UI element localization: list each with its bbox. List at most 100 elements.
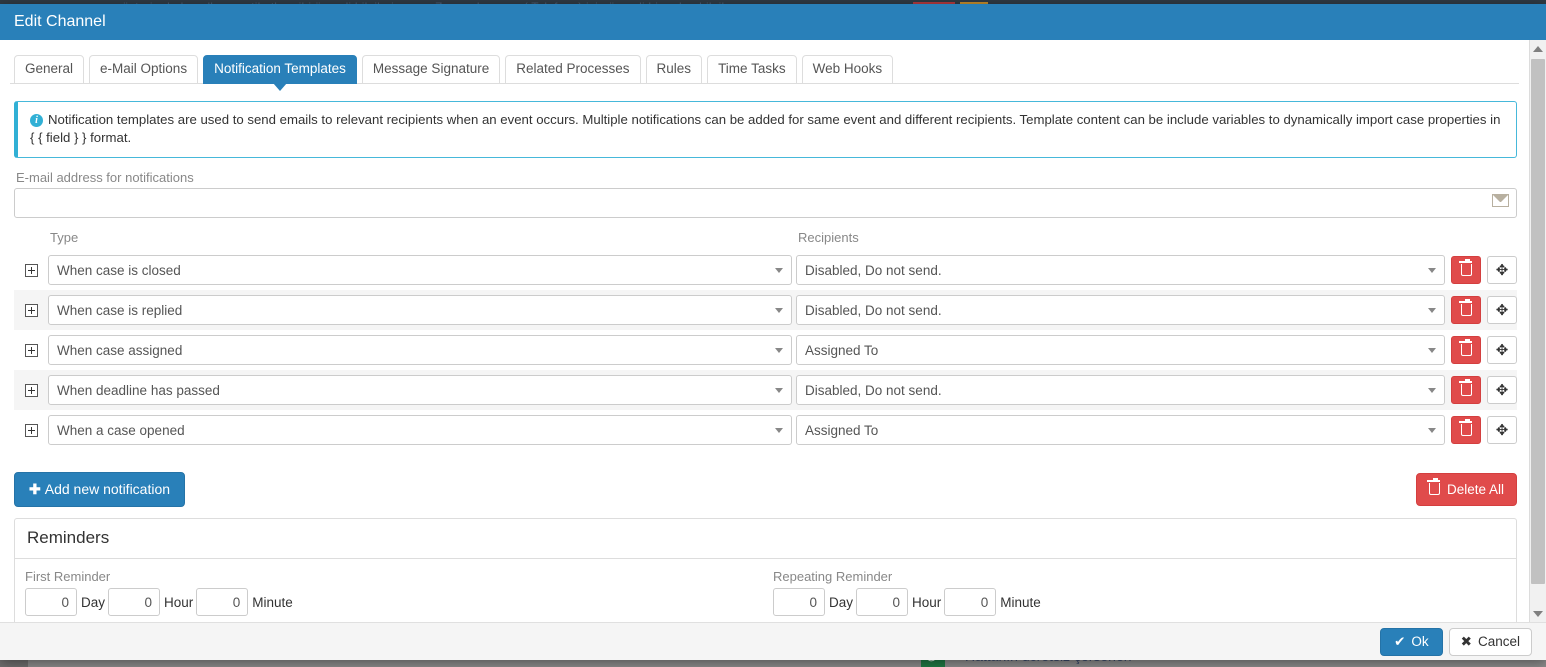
cancel-button[interactable]: ✖ Cancel bbox=[1448, 627, 1532, 656]
repeating-reminder-day-input[interactable] bbox=[773, 588, 825, 616]
tab-time-tasks[interactable]: Time Tasks bbox=[707, 55, 797, 84]
reminders-title: Reminders bbox=[15, 519, 1516, 559]
delete-row-button-0[interactable] bbox=[1451, 256, 1481, 284]
trash-icon bbox=[1459, 338, 1472, 356]
type-select-4[interactable]: When a case opened bbox=[48, 415, 792, 445]
trash-icon bbox=[1459, 258, 1472, 276]
first-reminder-hour-input[interactable] bbox=[108, 588, 161, 616]
repeating-reminder-minute-input[interactable] bbox=[944, 588, 997, 616]
scrollbar-track[interactable] bbox=[1530, 57, 1546, 605]
type-select-value-0[interactable]: When case is closed bbox=[48, 255, 792, 285]
tab-related-processes[interactable]: Related Processes bbox=[505, 55, 641, 84]
move-arrows-icon: ✥ bbox=[1495, 301, 1509, 319]
first-reminder-minute-input[interactable] bbox=[196, 588, 249, 616]
type-select-2[interactable]: When case assigned bbox=[48, 335, 792, 365]
type-select-value-1[interactable]: When case is replied bbox=[48, 295, 792, 325]
tab-rules[interactable]: Rules bbox=[645, 55, 703, 84]
repeating-reminder-fields: Day Hour Minute bbox=[773, 588, 1516, 616]
scroll-down-arrow-icon[interactable] bbox=[1530, 605, 1546, 622]
move-row-handle-0[interactable]: ✥ bbox=[1487, 256, 1517, 284]
expand-cell[interactable] bbox=[14, 343, 48, 357]
email-field-row bbox=[14, 188, 1517, 218]
dialog-body: General e-Mail Options Notification Temp… bbox=[0, 40, 1529, 622]
close-icon: ✖ bbox=[1460, 633, 1472, 649]
dialog-body-wrapper: General e-Mail Options Notification Temp… bbox=[0, 40, 1546, 622]
info-alert: i Notification templates are used to send… bbox=[14, 101, 1517, 158]
check-icon: ✔ bbox=[1394, 633, 1406, 649]
add-new-notification-button[interactable]: ✚ Add new notification bbox=[14, 471, 186, 507]
repeating-reminder-day-unit: Day bbox=[829, 594, 854, 610]
recipients-select-2[interactable]: Assigned To bbox=[796, 335, 1445, 365]
repeating-reminder-hour-input[interactable] bbox=[856, 588, 909, 616]
dialog-title: Edit Channel bbox=[14, 13, 106, 30]
type-select-value-2[interactable]: When case assigned bbox=[48, 335, 792, 365]
expand-plus-icon[interactable] bbox=[24, 383, 38, 397]
expand-plus-icon[interactable] bbox=[24, 303, 38, 317]
type-select-value-3[interactable]: When deadline has passed bbox=[48, 375, 792, 405]
expand-cell[interactable] bbox=[14, 423, 48, 437]
delete-row-button-3[interactable] bbox=[1451, 376, 1481, 404]
recipients-select-value-1[interactable]: Disabled, Do not send. bbox=[796, 295, 1445, 325]
tab-notification-templates[interactable]: Notification Templates bbox=[203, 55, 357, 91]
repeating-reminder-label: Repeating Reminder bbox=[773, 569, 893, 584]
table-row: When case is replied Disabled, Do not se… bbox=[14, 290, 1517, 330]
recipients-select-0[interactable]: Disabled, Do not send. bbox=[796, 255, 1445, 285]
recipients-select-value-3[interactable]: Disabled, Do not send. bbox=[796, 375, 1445, 405]
dialog-scrollbar[interactable] bbox=[1529, 40, 1546, 622]
expand-cell[interactable] bbox=[14, 263, 48, 277]
move-row-handle-1[interactable]: ✥ bbox=[1487, 296, 1517, 324]
recipients-select-value-2[interactable]: Assigned To bbox=[796, 335, 1445, 365]
expand-plus-icon[interactable] bbox=[24, 263, 38, 277]
move-row-handle-2[interactable]: ✥ bbox=[1487, 336, 1517, 364]
table-row: When deadline has passed Disabled, Do no… bbox=[14, 370, 1517, 410]
first-reminder-day-input[interactable] bbox=[25, 588, 77, 616]
recipients-select-value-0[interactable]: Disabled, Do not send. bbox=[796, 255, 1445, 285]
recipients-select-value-4[interactable]: Assigned To bbox=[796, 415, 1445, 445]
delete-all-button[interactable]: Delete All bbox=[1415, 472, 1517, 506]
ok-button-label: Ok bbox=[1411, 634, 1429, 649]
scrollbar-thumb[interactable] bbox=[1531, 59, 1545, 584]
type-select-value-4[interactable]: When a case opened bbox=[48, 415, 792, 445]
recipients-select-1[interactable]: Disabled, Do not send. bbox=[796, 295, 1445, 325]
tab-web-hooks[interactable]: Web Hooks bbox=[801, 55, 894, 84]
grid-header-row: Type Recipients bbox=[14, 230, 1517, 250]
email-input[interactable] bbox=[14, 188, 1517, 218]
move-arrows-icon: ✥ bbox=[1495, 261, 1509, 279]
grid-action-bar: ✚ Add new notification Delete All bbox=[14, 464, 1517, 514]
expand-plus-icon[interactable] bbox=[24, 343, 38, 357]
first-reminder-hour-unit: Hour bbox=[164, 594, 194, 610]
type-select-3[interactable]: When deadline has passed bbox=[48, 375, 792, 405]
scroll-up-arrow-icon[interactable] bbox=[1530, 40, 1546, 57]
expand-cell[interactable] bbox=[14, 383, 48, 397]
delete-row-button-4[interactable] bbox=[1451, 416, 1481, 444]
delete-row-button-2[interactable] bbox=[1451, 336, 1481, 364]
type-select-0[interactable]: When case is closed bbox=[48, 255, 792, 285]
recipients-select-3[interactable]: Disabled, Do not send. bbox=[796, 375, 1445, 405]
first-reminder-fields: Day Hour Minute bbox=[25, 588, 763, 616]
expand-plus-icon[interactable] bbox=[24, 423, 38, 437]
move-row-handle-3[interactable]: ✥ bbox=[1487, 376, 1517, 404]
table-row: When a case opened Assigned To ✥ bbox=[14, 410, 1517, 450]
move-arrows-icon: ✥ bbox=[1495, 341, 1509, 359]
info-icon: i bbox=[30, 114, 43, 127]
tab-bar: General e-Mail Options Notification Temp… bbox=[10, 48, 1519, 91]
repeating-reminder-hour-unit: Hour bbox=[912, 594, 942, 610]
tab-email-options[interactable]: e-Mail Options bbox=[89, 55, 199, 84]
type-select-1[interactable]: When case is replied bbox=[48, 295, 792, 325]
plus-icon: ✚ bbox=[29, 480, 41, 497]
tab-message-signature[interactable]: Message Signature bbox=[361, 55, 501, 84]
email-field-label: E-mail address for notifications bbox=[16, 170, 194, 185]
repeating-reminder-group: Repeating Reminder Day Hour Minute bbox=[763, 569, 1516, 616]
move-row-handle-4[interactable]: ✥ bbox=[1487, 416, 1517, 444]
recipients-select-4[interactable]: Assigned To bbox=[796, 415, 1445, 445]
delete-row-button-1[interactable] bbox=[1451, 296, 1481, 324]
first-reminder-day-unit: Day bbox=[81, 594, 106, 610]
ok-button[interactable]: ✔ Ok bbox=[1380, 627, 1443, 656]
trash-icon bbox=[1427, 477, 1441, 495]
notifications-grid: Type Recipients When case is closed Disa… bbox=[14, 230, 1517, 450]
table-row: When case is closed Disabled, Do not sen… bbox=[14, 250, 1517, 290]
trash-icon bbox=[1459, 418, 1472, 436]
tab-general[interactable]: General bbox=[14, 55, 85, 84]
reminders-panel: Reminders First Reminder Day Hour Minute bbox=[14, 518, 1517, 622]
expand-cell[interactable] bbox=[14, 303, 48, 317]
